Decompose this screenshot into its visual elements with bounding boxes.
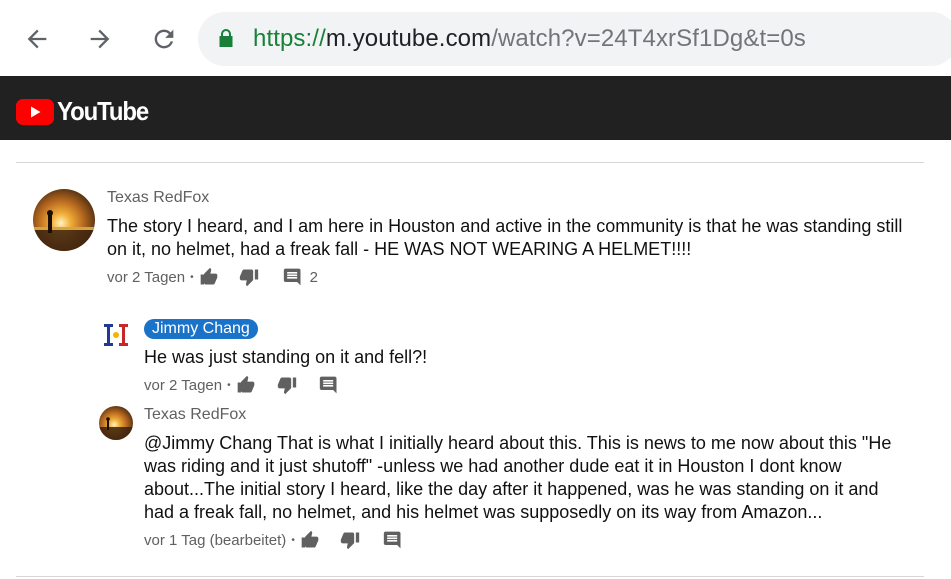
thumbs-down-icon [277,377,296,395]
comment-time[interactable]: vor 2 Tagen [107,269,185,286]
forward-arrow-icon[interactable] [83,22,117,56]
avatar[interactable] [33,189,95,251]
dislike-button[interactable] [239,267,259,287]
separator: • [227,379,231,391]
youtube-play-icon [16,98,54,125]
comment-icon [283,268,301,286]
thumbs-down-icon [340,532,359,550]
address-bar[interactable]: https://m.youtube.com/watch?v=24T4xrSf1D… [198,12,951,66]
avatar[interactable] [99,406,133,440]
reply-count: 2 [309,268,318,286]
reload-icon[interactable] [147,22,181,56]
dislike-button[interactable] [340,530,360,550]
comment-text: The story I heard, and I am here in Hous… [107,216,903,259]
lock-icon [219,29,233,47]
back-arrow-icon[interactable] [20,22,54,56]
comment-icon [383,531,401,549]
url-host: m.youtube.com [325,25,492,52]
thumbs-down-icon [239,269,258,287]
comment-time[interactable]: vor 1 Tag (bearbeitet) [144,532,286,549]
browser-toolbar: https://m.youtube.com/watch?v=24T4xrSf1D… [0,0,951,76]
dislike-button[interactable] [277,375,297,395]
thumbs-up-icon [237,375,254,393]
comment-author[interactable]: Texas RedFox [144,406,246,424]
divider [16,576,924,577]
reply-button[interactable]: 2 [283,267,318,287]
comment-author[interactable]: Texas RedFox [107,189,209,207]
reply-text: @Jimmy Chang That is what I initially he… [144,433,892,522]
youtube-logo[interactable]: YouTube [16,96,156,127]
like-button[interactable] [236,375,256,395]
youtube-wordmark: YouTube [57,96,149,126]
reply-actions: vor 2 Tagen • [144,375,339,395]
comment-time[interactable]: vor 2 Tagen [144,377,222,394]
avatar[interactable] [102,321,130,349]
reply-button[interactable] [383,530,403,550]
comment-author-highlighted[interactable]: Jimmy Chang [144,319,258,339]
youtube-header: YouTube [0,76,951,140]
comment-actions: vor 2 Tagen • 2 [107,267,318,287]
url-path: /watch?v=24T4xrSf1Dg&t=0s [491,25,806,52]
thumbs-up-icon [301,530,319,548]
url-text[interactable]: https://m.youtube.com/watch?v=24T4xrSf1D… [253,24,806,54]
comment-icon [319,376,337,394]
url-scheme: https:// [253,25,326,52]
separator: • [291,534,295,546]
like-button[interactable] [199,267,219,287]
reply-text: He was just standing on it and fell?! [144,347,428,367]
separator: • [190,271,194,283]
reply-button[interactable] [319,375,339,395]
reply-actions: vor 1 Tag (bearbeitet) • [144,530,403,550]
thumbs-up-icon [200,267,217,285]
divider [16,162,924,163]
like-button[interactable] [300,530,320,550]
